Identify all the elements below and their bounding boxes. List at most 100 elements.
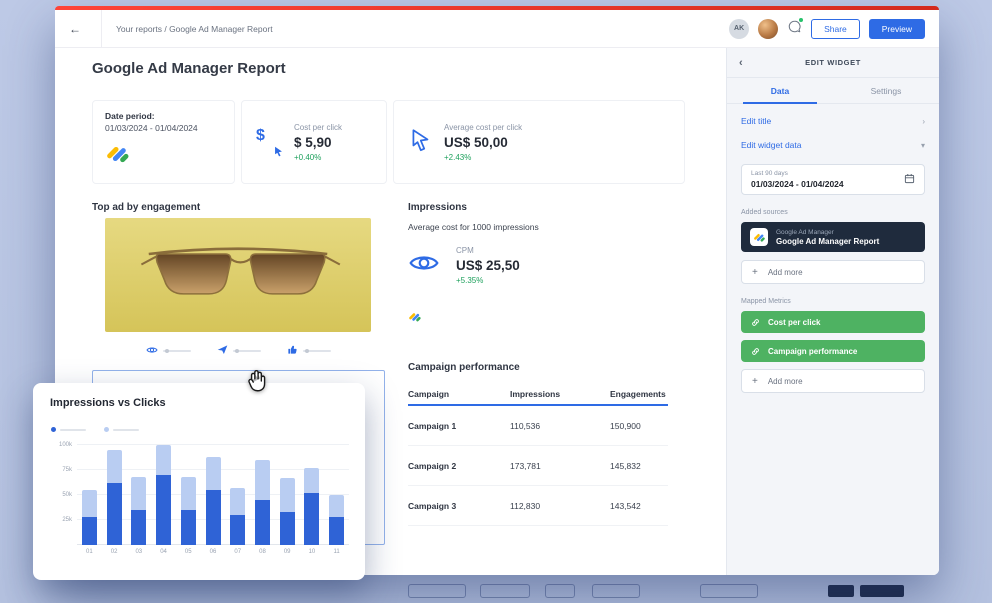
column-header: Engagements <box>610 389 668 399</box>
bar-06[interactable] <box>206 445 221 545</box>
views-metric <box>146 342 191 360</box>
metric-value-cell: 143,542 <box>610 501 668 511</box>
background-ghost-button <box>545 584 575 598</box>
table-row: Campaign 2173,781145,832 <box>408 446 668 486</box>
top-ad-image <box>105 218 371 332</box>
page-title: Google Ad Manager Report <box>92 60 286 77</box>
mapped-metric-pill[interactable]: Campaign performance <box>741 340 925 362</box>
bar-segment-clicks <box>82 517 97 545</box>
edit-title-label: Edit title <box>741 116 771 126</box>
y-tick-label: 100k <box>59 442 72 448</box>
share-button[interactable]: Share <box>811 19 860 39</box>
plus-icon: + <box>752 376 758 387</box>
edit-widget-data-label: Edit widget data <box>741 140 801 150</box>
avg-cpc-label: Average cost per click <box>444 123 522 132</box>
bar-05[interactable] <box>181 445 196 545</box>
edit-widget-data-row[interactable]: Edit widget data ▾ <box>741 140 925 150</box>
top-ad-title: Top ad by engagement <box>92 202 200 213</box>
shares-slider[interactable] <box>233 350 261 352</box>
date-range-value: 01/03/2024 - 01/04/2024 <box>751 179 844 189</box>
bar-segment-impressions <box>304 468 319 493</box>
kpi-card-date-period[interactable]: Date period: 01/03/2024 - 01/04/2024 <box>92 100 235 184</box>
legend-item-impressions[interactable] <box>104 427 139 432</box>
bar-segment-clicks <box>280 512 295 545</box>
table-row: Campaign 1110,536150,900 <box>408 406 668 446</box>
kpi-card-average-cost-per-click[interactable]: Average cost per click US$ 50,00 +2.43% <box>393 100 685 184</box>
bar-08[interactable] <box>255 445 270 545</box>
bar-02[interactable] <box>107 445 122 545</box>
background-dark-button <box>828 585 854 597</box>
legend-dot <box>104 427 109 432</box>
avatar-initials[interactable]: AK <box>729 19 749 39</box>
bar-01[interactable] <box>82 445 97 545</box>
bar-segment-impressions <box>131 477 146 510</box>
add-source-button[interactable]: + Add more <box>741 260 925 284</box>
google-ad-manager-logo-icon <box>105 141 222 172</box>
bar-segment-impressions <box>82 490 97 517</box>
bar-03[interactable] <box>131 445 146 545</box>
sidebar-title: EDIT WIDGET <box>805 58 861 67</box>
impressions-vs-clicks-widget[interactable]: Impressions vs Clicks 25k50k75k100k01020… <box>33 383 365 580</box>
cpc-value: $ 5,90 <box>294 135 342 150</box>
bar-segment-impressions <box>107 450 122 483</box>
mapped-metric-pill[interactable]: Cost per click <box>741 311 925 333</box>
bar-11[interactable] <box>329 445 344 545</box>
edit-title-row[interactable]: Edit title › <box>741 116 925 126</box>
views-slider[interactable] <box>163 350 191 352</box>
chat-button[interactable] <box>787 19 802 39</box>
bar-10[interactable] <box>304 445 319 545</box>
bar-04[interactable] <box>156 445 171 545</box>
cursor-pointer-icon <box>408 127 434 158</box>
kpi-card-cost-per-click[interactable]: $ Cost per click $ 5,90 +0.40% <box>241 100 387 184</box>
x-tick-label: 05 <box>181 549 196 555</box>
thumbs-up-icon <box>287 342 298 360</box>
mapped-metrics-label: Mapped Metrics <box>741 298 925 305</box>
date-preset-label: Last 90 days <box>751 170 844 177</box>
metric-value-cell: 110,536 <box>510 421 610 431</box>
bar-segment-clicks <box>131 510 146 545</box>
cpm-label: CPM <box>456 246 520 255</box>
column-header: Campaign <box>408 389 510 399</box>
chevron-right-icon: › <box>922 117 925 126</box>
chart-legend <box>51 427 139 432</box>
cpc-delta: +0.40% <box>294 153 342 162</box>
preview-button[interactable]: Preview <box>869 19 925 39</box>
background-ghost-button <box>592 584 640 598</box>
edit-widget-sidebar: ‹ EDIT WIDGET Data Settings Edit title ›… <box>726 48 939 575</box>
likes-metric <box>287 342 331 360</box>
chevron-left-icon[interactable]: ‹ <box>739 57 743 69</box>
paper-plane-icon <box>217 342 228 360</box>
google-ad-manager-logo-icon-small <box>408 310 422 329</box>
cpc-label: Cost per click <box>294 123 342 132</box>
bar-segment-impressions <box>181 477 196 510</box>
tab-data[interactable]: Data <box>727 78 833 103</box>
added-sources-label: Added sources <box>741 209 925 216</box>
header-divider <box>101 10 102 47</box>
sidebar-header: ‹ EDIT WIDGET <box>727 48 939 78</box>
mapped-metrics-list: Cost per click Campaign performance <box>741 311 925 362</box>
tab-settings[interactable]: Settings <box>833 78 939 103</box>
date-range-picker[interactable]: Last 90 days 01/03/2024 - 01/04/2024 <box>741 164 925 195</box>
add-metric-button[interactable]: + Add more <box>741 369 925 393</box>
campaign-name-cell: Campaign 3 <box>408 501 510 511</box>
breadcrumb[interactable]: Your reports / Google Ad Manager Report <box>116 24 273 34</box>
bar-segment-impressions <box>206 457 221 490</box>
grab-hand-cursor-icon <box>244 368 270 399</box>
campaign-performance-title: Campaign performance <box>408 362 520 373</box>
y-tick-label: 50k <box>62 492 72 498</box>
x-tick-label: 03 <box>131 549 146 555</box>
source-card[interactable]: Google Ad Manager Google Ad Manager Repo… <box>741 222 925 252</box>
shares-metric <box>217 342 261 360</box>
bar-segment-clicks <box>304 493 319 545</box>
likes-slider[interactable] <box>303 350 331 352</box>
legend-item-clicks[interactable] <box>51 427 86 432</box>
back-button[interactable]: ← <box>69 22 99 36</box>
source-report-name: Google Ad Manager Report <box>776 237 879 246</box>
eye-outline-icon <box>408 251 440 280</box>
x-tick-label: 01 <box>82 549 97 555</box>
engagement-metrics-row <box>105 342 371 360</box>
bar-07[interactable] <box>230 445 245 545</box>
legend-dot <box>51 427 56 432</box>
bar-09[interactable] <box>280 445 295 545</box>
avatar-photo[interactable] <box>758 19 778 39</box>
